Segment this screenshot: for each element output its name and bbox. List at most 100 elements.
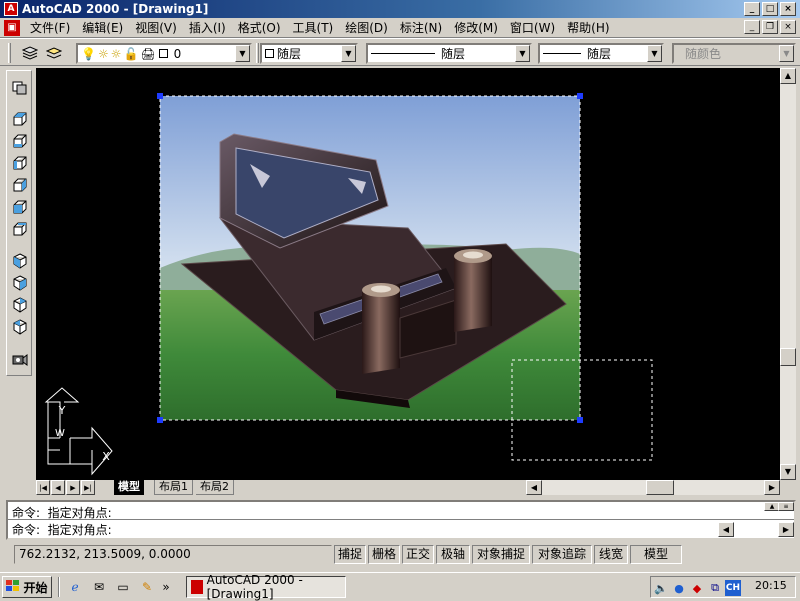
doc-minimize-button[interactable]: _ xyxy=(744,20,760,34)
ucs-y-label: Y xyxy=(58,404,66,417)
tab-first-button[interactable]: |◀ xyxy=(36,480,50,495)
raster-image-tombstone[interactable] xyxy=(160,96,580,420)
snap-toggle[interactable]: 捕捉 xyxy=(334,545,366,564)
grip-bottom-right[interactable] xyxy=(577,417,583,423)
lineweight-dropdown[interactable]: 随层 ▼ xyxy=(538,43,664,64)
camera-icon[interactable] xyxy=(10,349,30,369)
outlook-express-icon[interactable]: ✉ xyxy=(90,578,108,596)
tab-last-button[interactable]: ▶| xyxy=(81,480,95,495)
doc-restore-button[interactable]: ❐ xyxy=(762,20,778,34)
layer-dropdown[interactable]: 💡 ☼ ☼ 🔓 🖨 0 ▼ xyxy=(76,43,252,64)
horizontal-scroll-thumb[interactable] xyxy=(646,480,674,495)
scroll-down-button[interactable]: ▼ xyxy=(780,464,796,480)
linetype-dropdown-arrow[interactable]: ▼ xyxy=(515,45,530,62)
layer-name: 0 xyxy=(173,46,182,61)
menu-format[interactable]: 格式(O) xyxy=(232,19,287,36)
command-scroll-left[interactable]: ◀ xyxy=(718,522,734,537)
maximize-button[interactable]: □ xyxy=(762,2,778,16)
color-swatch-icon xyxy=(158,49,168,58)
sun-icon: ☼ xyxy=(97,46,109,61)
view-toolbar xyxy=(6,70,32,376)
menu-help[interactable]: 帮助(H) xyxy=(561,19,615,36)
tab-layout2[interactable]: 布局2 xyxy=(196,480,234,495)
layer-manager-icon[interactable] xyxy=(20,43,40,63)
menu-view[interactable]: 视图(V) xyxy=(129,19,183,36)
close-button[interactable]: × xyxy=(780,2,796,16)
linetype-dropdown[interactable]: 随层 ▼ xyxy=(366,43,532,64)
otrack-toggle[interactable]: 对象追踪 xyxy=(532,545,592,564)
clock: 20:15 xyxy=(755,579,787,592)
vertical-scrollbar[interactable]: ▲ ▼ xyxy=(780,68,796,480)
command-scroll-menu[interactable]: ≡ xyxy=(778,502,794,511)
ne-isometric-icon[interactable] xyxy=(10,295,30,315)
polar-toggle[interactable]: 极轴 xyxy=(436,545,470,564)
grip-top-left[interactable] xyxy=(157,93,163,99)
menu-file[interactable]: 文件(F) xyxy=(24,19,76,36)
grid-toggle[interactable]: 栅格 xyxy=(368,545,400,564)
start-button[interactable]: 开始 xyxy=(2,576,52,598)
menu-insert[interactable]: 插入(I) xyxy=(183,19,232,36)
autocad-task-icon xyxy=(191,580,203,594)
layer-dropdown-arrow[interactable]: ▼ xyxy=(235,45,250,62)
command-window[interactable]: 命令: 指定对角点: 命令: 指定对角点: ▲ ≡ ◀ ▶ xyxy=(6,500,796,540)
lightbulb-icon: 💡 xyxy=(81,46,96,61)
command-prompt-line[interactable]: 命令: 指定对角点: xyxy=(12,521,112,538)
vertical-scroll-thumb[interactable] xyxy=(780,348,796,366)
grip-top-right[interactable] xyxy=(577,93,583,99)
lineweight-dropdown-arrow[interactable]: ▼ xyxy=(647,45,662,62)
tab-model[interactable]: 模型 xyxy=(114,480,144,495)
right-view-icon[interactable] xyxy=(10,175,30,195)
ime-indicator[interactable]: CH xyxy=(725,580,741,596)
drawing-canvas[interactable]: Y W X xyxy=(36,68,780,480)
front-view-icon[interactable] xyxy=(10,197,30,217)
color-dropdown[interactable]: 随层 ▼ xyxy=(260,43,358,64)
tab-next-button[interactable]: ▶ xyxy=(66,480,80,495)
network-icon[interactable]: ⧉ xyxy=(707,580,723,596)
toolbar-grip[interactable] xyxy=(8,43,11,63)
back-view-icon[interactable] xyxy=(10,219,30,239)
scroll-up-button[interactable]: ▲ xyxy=(780,68,796,84)
document-icon[interactable]: ▣ xyxy=(4,19,20,36)
minimize-button[interactable]: _ xyxy=(744,2,760,16)
taskbar-autocad-button[interactable]: AutoCAD 2000 - [Drawing1] xyxy=(186,573,346,601)
properties-toolbar: 💡 ☼ ☼ 🔓 🖨 0 ▼ 随层 ▼ 随层 ▼ 随层 ▼ 随颜色 ▼ xyxy=(0,38,800,66)
named-views-icon[interactable] xyxy=(10,77,30,97)
menu-tools[interactable]: 工具(T) xyxy=(287,19,340,36)
shield-icon[interactable]: ◆ xyxy=(689,580,705,596)
left-view-icon[interactable] xyxy=(10,153,30,173)
autocad-app-icon[interactable]: A xyxy=(4,2,18,16)
scroll-right-button[interactable]: ▶ xyxy=(764,480,780,495)
quick-launch-more-icon[interactable]: » xyxy=(160,578,172,596)
lineweight-toggle[interactable]: 线宽 xyxy=(594,545,628,564)
horizontal-scrollbar[interactable]: ◀ ▶ xyxy=(526,480,780,495)
start-label: 开始 xyxy=(23,580,48,595)
se-isometric-icon[interactable] xyxy=(10,273,30,293)
menu-dimension[interactable]: 标注(N) xyxy=(394,19,448,36)
sw-isometric-icon[interactable] xyxy=(10,251,30,271)
ucs-w-label: W xyxy=(55,428,65,439)
scroll-left-button[interactable]: ◀ xyxy=(526,480,542,495)
bottom-view-icon[interactable] xyxy=(10,131,30,151)
osnap-toggle[interactable]: 对象捕捉 xyxy=(472,545,530,564)
grip-bottom-left[interactable] xyxy=(157,417,163,423)
tab-layout1[interactable]: 布局1 xyxy=(154,480,193,495)
shortcut-icon[interactable]: ✎ xyxy=(138,578,156,596)
make-object-layer-current-icon[interactable] xyxy=(44,43,64,63)
nw-isometric-icon[interactable] xyxy=(10,317,30,337)
menu-edit[interactable]: 编辑(E) xyxy=(76,19,129,36)
menu-draw[interactable]: 绘图(D) xyxy=(339,19,394,36)
volume-icon[interactable]: 🔈 xyxy=(653,580,669,596)
model-space-toggle[interactable]: 模型 xyxy=(630,545,682,564)
ortho-toggle[interactable]: 正交 xyxy=(402,545,434,564)
security-icon[interactable]: ● xyxy=(671,580,687,596)
tab-prev-button[interactable]: ◀ xyxy=(51,480,65,495)
top-view-icon[interactable] xyxy=(10,109,30,129)
internet-explorer-icon[interactable]: ℯ xyxy=(66,578,84,596)
doc-close-button[interactable]: × xyxy=(780,20,796,34)
menu-window[interactable]: 窗口(W) xyxy=(504,19,561,36)
coordinate-readout[interactable]: 762.2132, 213.5009, 0.0000 xyxy=(14,545,332,564)
menu-modify[interactable]: 修改(M) xyxy=(448,19,504,36)
command-scroll-right[interactable]: ▶ xyxy=(778,522,794,537)
color-dropdown-arrow[interactable]: ▼ xyxy=(341,45,356,62)
show-desktop-icon[interactable]: ▭ xyxy=(114,578,132,596)
